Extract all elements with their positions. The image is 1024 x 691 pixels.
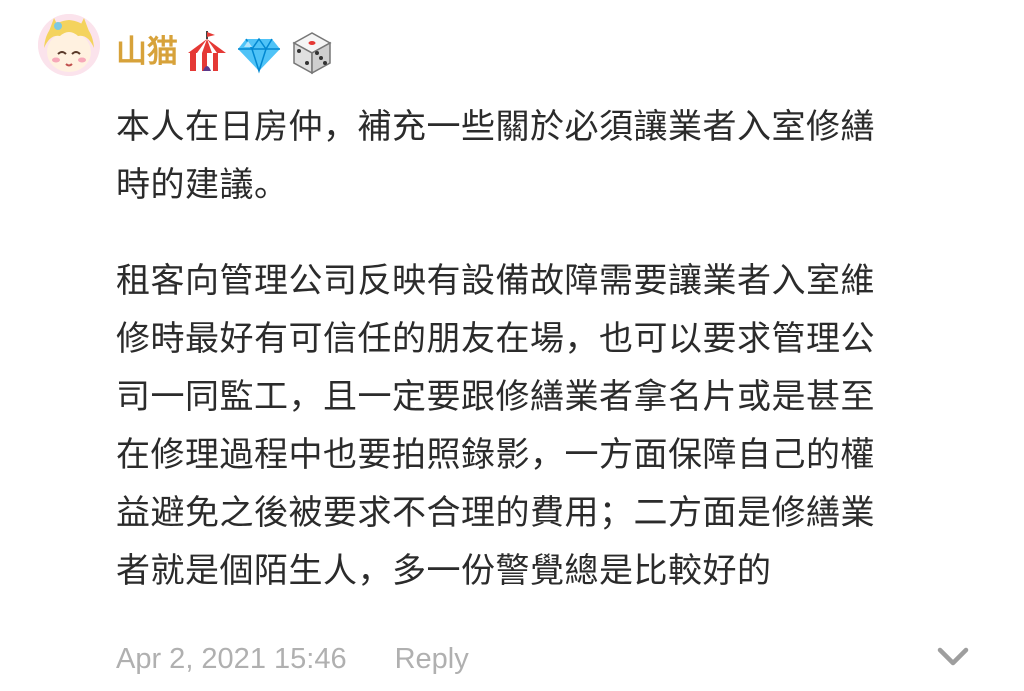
text-line: 者就是個陌生人，多一份警覺總是比較好的 bbox=[116, 551, 772, 591]
timestamp: Apr 2, 2021 15:46 bbox=[116, 642, 347, 675]
text-line: 在修理過程中也要拍照錄影，一方面保障自己的權 bbox=[116, 435, 875, 475]
text-line: 益避免之後被要求不合理的費用；二方面是修繕業 bbox=[116, 493, 875, 533]
author-name[interactable]: 山猫 bbox=[116, 36, 178, 68]
post-footer: Apr 2, 2021 15:46 Reply bbox=[116, 636, 976, 682]
circus-tent-icon bbox=[184, 29, 230, 75]
avatar-image bbox=[38, 14, 100, 76]
text-line: 司一同監工，且一定要跟修繕業者拿名片或是甚至 bbox=[116, 377, 875, 417]
text-line: 本人在日房仲，補充一些關於必須讓業者入室修繕 bbox=[116, 107, 875, 147]
post-body: 本人在日房仲，補充一些關於必須讓業者入室修繕 時的建議。 租客向管理公司反映有設… bbox=[116, 98, 976, 600]
chevron-down-icon[interactable] bbox=[936, 644, 970, 670]
text-line: 修時最好有可信任的朋友在場，也可以要求管理公 bbox=[116, 319, 875, 359]
gem-icon bbox=[236, 29, 282, 75]
text-line: 時的建議。 bbox=[116, 165, 289, 205]
avatar[interactable] bbox=[38, 14, 100, 76]
post-paragraph-1: 本人在日房仲，補充一些關於必須讓業者入室修繕 時的建議。 bbox=[116, 98, 976, 214]
post-header: 山猫 bbox=[116, 26, 334, 78]
dice-icon bbox=[288, 29, 334, 75]
text-line: 租客向管理公司反映有設備故障需要讓業者入室維 bbox=[116, 261, 875, 301]
post-paragraph-2: 租客向管理公司反映有設備故障需要讓業者入室維 修時最好有可信任的朋友在場，也可以… bbox=[116, 252, 976, 600]
reply-button[interactable]: Reply bbox=[395, 643, 469, 676]
